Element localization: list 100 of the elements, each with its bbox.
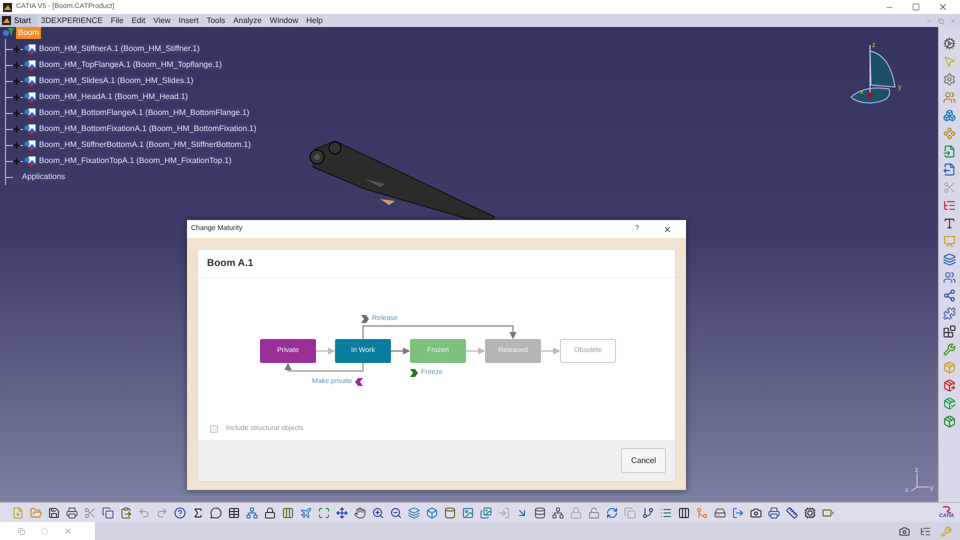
cut-icon[interactable] (84, 506, 96, 518)
tree-item[interactable]: Boom_HM_BottomFlangeA.1 (Boom_HM_BottomFlange.1) (38, 108, 250, 118)
plane-icon[interactable] (300, 506, 312, 518)
tree-item[interactable]: Boom_HM_TopFlangeA.1 (Boom_HM_Topflange.1) (38, 60, 223, 70)
users-icon[interactable] (943, 91, 956, 104)
part-icon (23, 91, 37, 103)
part-icon (23, 155, 37, 167)
redo-icon[interactable] (156, 506, 168, 518)
cylinder-icon[interactable] (444, 506, 456, 518)
maximize-icon[interactable] (912, 3, 920, 11)
tree-item[interactable]: Boom_HM_StiffnerBottomA.1 (Boom_HM_StiffnerBottom.1) (38, 140, 252, 150)
cancel-button[interactable]: Cancel (621, 448, 666, 473)
tree-item[interactable]: Applications (21, 172, 66, 182)
fit-all-icon[interactable] (318, 506, 330, 518)
paste-icon[interactable] (120, 506, 132, 518)
battery-icon[interactable] (822, 506, 834, 518)
menu-item[interactable]: View (149, 14, 175, 26)
merge-icon[interactable] (696, 506, 708, 518)
ruler-icon[interactable] (786, 506, 798, 518)
logo-icon (940, 506, 953, 514)
network-icon[interactable] (246, 506, 258, 518)
gears-icon[interactable] (943, 37, 956, 50)
list-tree-icon[interactable] (943, 199, 956, 212)
formula-icon[interactable] (192, 506, 204, 518)
start-icon (2, 16, 11, 25)
unlock-icon[interactable] (588, 506, 600, 518)
list-tree-icon[interactable] (920, 526, 931, 536)
printer-icon[interactable] (66, 506, 78, 518)
gear-icon[interactable] (943, 73, 956, 86)
tree-item[interactable]: Boom_HM_FixationTopA.1 (Boom_HM_FixationTop.1) (38, 156, 233, 166)
hierarchy-icon[interactable] (552, 506, 564, 518)
tree-item[interactable]: Boom_HM_SlidesA.1 (Boom_HM_Slides.1) (38, 76, 194, 86)
menu-item[interactable]: File (106, 14, 128, 26)
image-icon[interactable] (462, 506, 474, 518)
expand-icon[interactable] (13, 158, 20, 164)
transition-arrow (391, 347, 410, 355)
database-icon[interactable] (534, 506, 546, 518)
copy-icon[interactable] (102, 506, 114, 518)
package-plus-icon[interactable] (943, 379, 956, 392)
zoom-in-icon[interactable] (372, 506, 384, 518)
layers-icon[interactable] (408, 506, 420, 518)
undo-icon[interactable] (138, 506, 150, 518)
file-output-icon[interactable] (943, 163, 956, 176)
users-icon[interactable] (943, 271, 956, 284)
menu-item[interactable]: Analyze (229, 14, 266, 26)
layers-icon[interactable] (943, 253, 956, 266)
camera-icon[interactable] (899, 526, 910, 536)
printer-icon[interactable] (768, 506, 780, 518)
folder-icon[interactable] (30, 506, 42, 518)
chip-icon[interactable] (804, 506, 816, 518)
comment-icon[interactable] (210, 506, 222, 518)
part-icon (23, 75, 37, 87)
puzzle-icon[interactable] (943, 307, 956, 320)
lock-icon[interactable] (264, 506, 276, 518)
part-icon (23, 43, 37, 55)
menu-item[interactable]: Insert (174, 14, 203, 26)
wrench-icon[interactable] (943, 343, 956, 356)
transition-arrow (466, 347, 486, 355)
close-icon[interactable] (663, 224, 672, 234)
columns-icon[interactable] (678, 506, 690, 518)
text-icon[interactable] (943, 217, 956, 230)
boxes-icon[interactable] (943, 109, 956, 122)
drive-icon[interactable] (714, 506, 726, 518)
help-icon[interactable] (174, 506, 186, 518)
branch-icon[interactable] (642, 506, 654, 518)
doc-close-icon[interactable] (950, 18, 956, 24)
package-icon[interactable] (943, 415, 956, 428)
share-icon[interactable] (943, 289, 956, 302)
tree-item[interactable]: Boom_HM_HeadA.1 (Boom_HM_Head.1) (38, 92, 189, 102)
menu-item[interactable]: 3DEXPERIENCE (36, 14, 107, 26)
close-icon[interactable] (938, 2, 948, 12)
hand-icon[interactable] (354, 506, 366, 518)
menu-item[interactable]: Window (266, 14, 302, 26)
app-icon (3, 2, 12, 12)
package-check-icon[interactable] (943, 397, 956, 410)
cube-icon[interactable] (426, 506, 438, 518)
product-icon (2, 27, 14, 39)
camera-icon[interactable] (750, 506, 762, 518)
object-title: Boom A.1 (207, 257, 254, 271)
blocks-icon[interactable] (943, 325, 956, 338)
doc-restore-icon[interactable] (938, 18, 944, 24)
images-icon[interactable] (480, 506, 492, 518)
export-icon[interactable] (732, 506, 744, 518)
part-icon (23, 59, 37, 71)
file-input-icon[interactable] (943, 145, 956, 158)
menu-item[interactable]: Edit (128, 14, 150, 26)
table-icon[interactable] (228, 506, 240, 518)
pan-icon[interactable] (336, 506, 348, 518)
refresh-icon[interactable] (606, 506, 618, 518)
menu-item[interactable]: Help (302, 14, 327, 26)
component-icon[interactable] (943, 127, 956, 140)
tree-item[interactable]: Boom_HM_BottomFixationA.1 (Boom_HM_BottomFixation.1) (38, 124, 258, 134)
part-icon (23, 107, 37, 119)
expand-icon[interactable] (13, 142, 20, 148)
transition-arrow (541, 347, 560, 355)
tree-item[interactable]: Boom_HM_StiffnerA.1 (Boom_HM_Stiffner.1) (38, 44, 201, 54)
menu-item[interactable]: Tools (202, 14, 230, 26)
save-icon[interactable] (48, 506, 60, 518)
zoom-out-icon[interactable] (390, 506, 402, 518)
restore-icon[interactable] (18, 528, 25, 534)
